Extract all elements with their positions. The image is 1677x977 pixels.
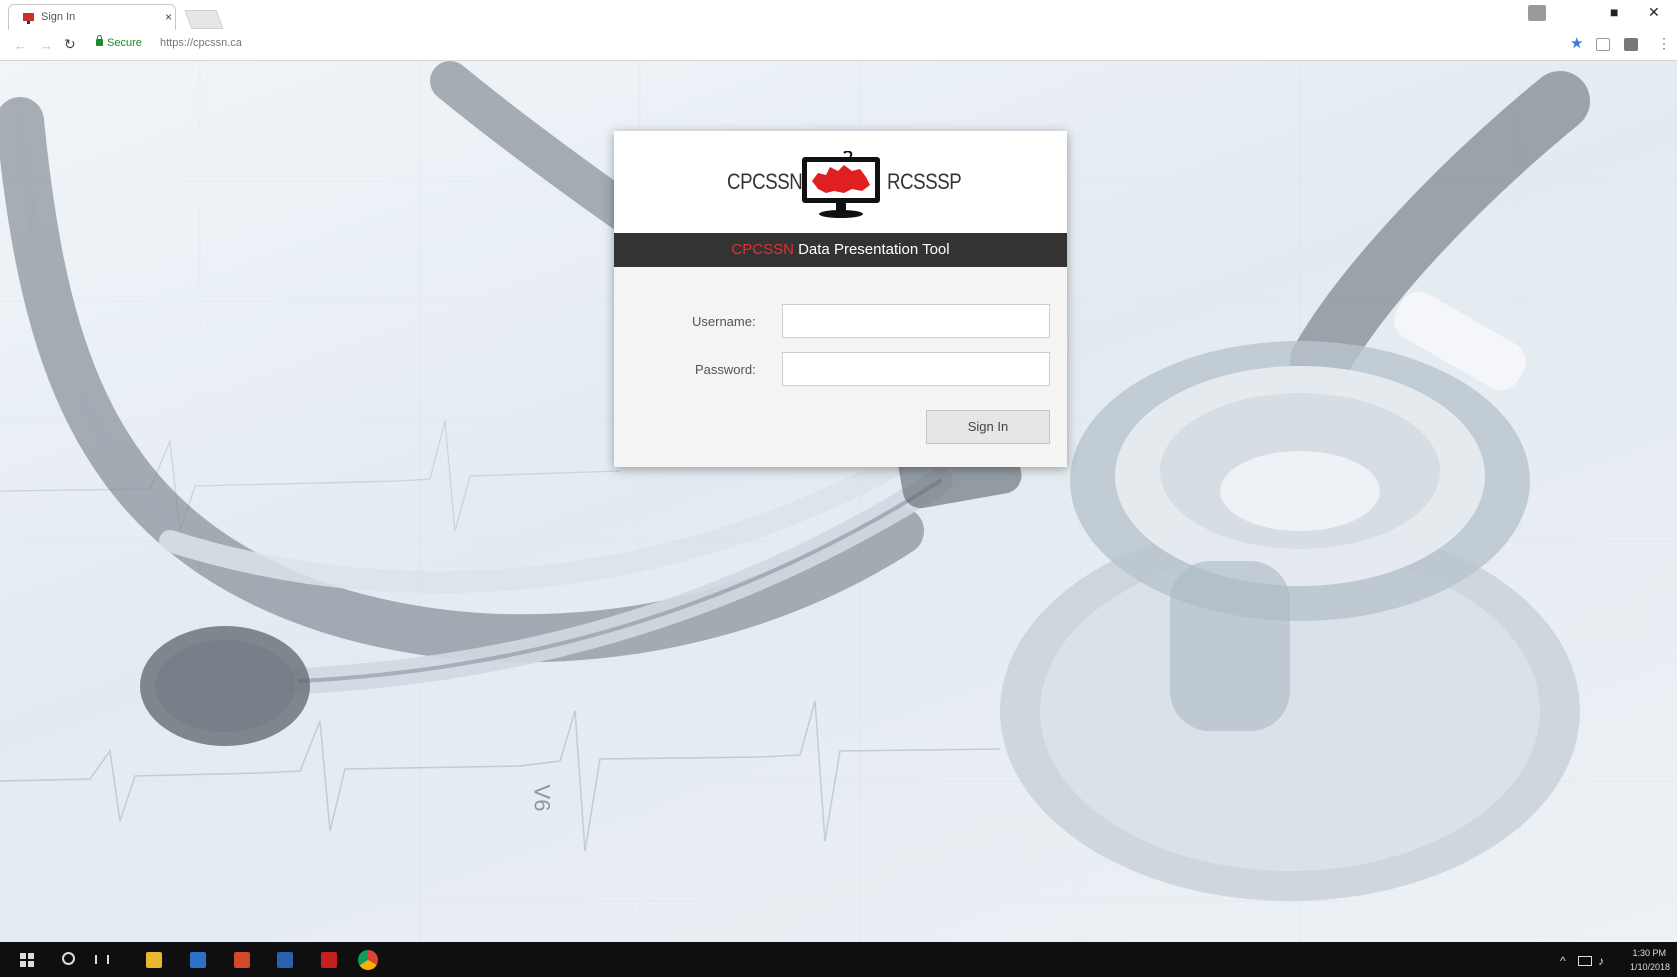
network-icon[interactable] — [1578, 956, 1592, 966]
task-view-icon[interactable] — [95, 955, 109, 964]
close-window-icon[interactable]: ✕ — [1648, 4, 1660, 21]
monitor-map-logo-icon — [802, 151, 880, 218]
windows-start-icon[interactable] — [20, 953, 34, 967]
back-arrow-icon[interactable]: ← — [14, 38, 27, 53]
browser-toolbar: ← → ↻ Secure https://cpcssn.ca — [0, 30, 1677, 61]
clock-time[interactable]: 1:30 PM — [1614, 948, 1666, 958]
logo-text-cpcssn: CPCSSN — [727, 169, 803, 194]
profile-icon[interactable] — [1528, 5, 1546, 21]
address-bar[interactable]: Secure https://cpcssn.ca — [90, 33, 1570, 55]
logo-text-rcsssp: RCSSSP — [887, 169, 962, 194]
powerpoint-icon[interactable] — [234, 952, 250, 968]
cpcssn-favicon-icon — [23, 13, 34, 24]
password-input[interactable] — [782, 352, 1050, 386]
ecg-lead-label: V6 — [529, 784, 555, 812]
os-taskbar: ^ ♪ 1:30 PM 1/10/2018 — [0, 942, 1677, 977]
sign-in-button[interactable]: Sign In — [926, 410, 1050, 444]
login-card: CPCSSN RCSSSP CPCSSN Data Presentation T… — [614, 131, 1067, 467]
word-icon[interactable] — [277, 952, 293, 968]
bookmark-star-icon[interactable]: ★ — [1570, 34, 1583, 52]
file-explorer-icon[interactable] — [146, 952, 162, 968]
username-input[interactable] — [782, 304, 1050, 338]
app-title-band: CPCSSN Data Presentation Tool — [614, 233, 1067, 267]
browser-menu-icon[interactable]: ⋮ — [1657, 35, 1671, 52]
volume-icon[interactable]: ♪ — [1598, 954, 1604, 968]
chrome-icon[interactable] — [358, 950, 378, 970]
acrobat-icon[interactable] — [321, 952, 337, 968]
new-tab-button[interactable] — [184, 10, 224, 29]
extension-icon[interactable] — [1596, 38, 1610, 51]
url-text[interactable]: https://cpcssn.ca — [160, 37, 242, 49]
password-label: Password: — [695, 362, 756, 377]
tab-close-icon[interactable]: × — [165, 10, 172, 24]
page-viewport: V6 CPCSSN RCSSSP CPCSSN Data Presentatio… — [0, 61, 1677, 942]
search-icon[interactable] — [62, 952, 75, 965]
restore-window-icon[interactable]: ■ — [1610, 4, 1618, 20]
lock-icon — [96, 35, 103, 46]
outlook-icon[interactable] — [190, 952, 206, 968]
clock-date[interactable]: 1/10/2018 — [1614, 962, 1670, 972]
app-title: Data Presentation Tool — [798, 241, 950, 258]
secure-label: Secure — [107, 37, 142, 49]
tab-title: Sign In — [41, 11, 76, 23]
tray-chevron-icon[interactable]: ^ — [1560, 954, 1566, 968]
reload-icon[interactable]: ↻ — [64, 36, 76, 53]
forward-arrow-icon[interactable]: → — [40, 38, 53, 53]
username-label: Username: — [692, 314, 756, 329]
browser-tab[interactable]: Sign In × — [8, 4, 176, 30]
cast-extension-icon[interactable] — [1624, 38, 1638, 51]
browser-tab-bar: Sign In × ■ ✕ — [0, 0, 1677, 30]
brand-name: CPCSSN — [731, 241, 794, 258]
logo-area: CPCSSN RCSSSP — [614, 131, 1067, 233]
